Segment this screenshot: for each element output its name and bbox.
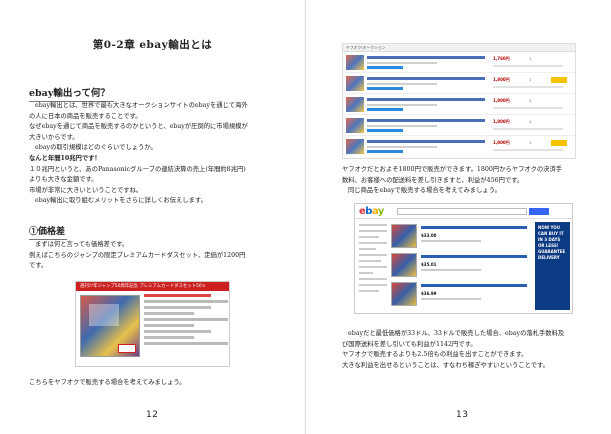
page-number-left: 12 bbox=[146, 410, 159, 420]
yahoo-line: 数料、お客様への配送料を差し引きますと、利益が456円です。 bbox=[342, 176, 524, 184]
product-banner: 週刊少年ジャンプ50周年記念 プレミアムカードダスセット50's bbox=[76, 282, 229, 291]
chapter-title: 第0-2章 ebay輸出とは bbox=[92, 39, 213, 51]
listing-price: 1,760円 bbox=[493, 56, 510, 61]
price-paragraph: まずは何と言っても価格差です。 例えばこちらのジャンプの限定プレミアムカードダス… bbox=[29, 240, 291, 272]
listing-count: 1 bbox=[529, 78, 532, 82]
yahoo-paragraph: ヤフオクだとおよそ1800円で販売ができます。1800円からヤフオクの決済手 数… bbox=[342, 165, 592, 197]
intro-line: なぜebayを通じて商品を販売するのかというと、ebayが圧倒的に市場規模が bbox=[29, 123, 248, 131]
product-screenshot: 週刊少年ジャンプ50周年記念 プレミアムカードダスセット50's bbox=[75, 281, 230, 367]
book-spread: 第0-2章 ebay輸出とは ebay輸出って何？ ebay輸出とは、世界で最も… bbox=[0, 0, 611, 434]
ebay-sidebar bbox=[359, 224, 387, 296]
section-heading: ebay輸出って何？ bbox=[29, 85, 114, 102]
product-photo bbox=[80, 295, 140, 357]
listing-count: 1 bbox=[529, 120, 532, 124]
list-item: 1,760円 1 bbox=[343, 52, 575, 73]
right-page: ヤフオク!オークション 1,760円 1 1,800円 1 1,800円 1 1… bbox=[306, 0, 611, 434]
listing-price: 1,800円 bbox=[493, 77, 510, 82]
listing-price: 1,800円 bbox=[493, 98, 510, 103]
ebay-price: $33.00 bbox=[421, 233, 437, 238]
list-item: 1,800円 1 bbox=[343, 94, 575, 115]
ebay-price: $35.01 bbox=[421, 262, 437, 267]
intro-line: ebayの取引規模はどのぐらいでしょうか。 bbox=[35, 144, 157, 152]
price-line: です。 bbox=[29, 262, 48, 270]
ebay-listing: $36.99 bbox=[391, 282, 531, 308]
intro-line-emphasis: なんと年間10兆円です！ bbox=[29, 154, 101, 162]
yahoo-line: ヤフオクだとおよそ1800円で販売ができます。1800円からヤフオクの決済手 bbox=[342, 166, 563, 173]
listing-count: 1 bbox=[529, 57, 532, 61]
ebay-line: 大きな利益を出せるということは、すなわち稼ぎやすいということです。 bbox=[342, 361, 549, 369]
intro-paragraph: ebay輸出とは、世界で最も大きなオークションサイトのebayを通じて海外 の人… bbox=[29, 101, 291, 207]
list-item: 1,800円 1 bbox=[343, 73, 575, 94]
page-number-right: 13 bbox=[456, 410, 469, 420]
closing-line: こちらをヤフオクで販売する場合を考えてみましょう。 bbox=[29, 379, 186, 386]
yahoo-auction-screenshot: ヤフオク!オークション 1,760円 1 1,800円 1 1,800円 1 1… bbox=[342, 43, 576, 159]
left-page: 第0-2章 ebay輸出とは ebay輸出って何？ ebay輸出とは、世界で最も… bbox=[0, 0, 305, 434]
listing-price: 1,800円 bbox=[493, 119, 510, 124]
price-line: まずは何と言っても価格差です。 bbox=[35, 241, 129, 248]
ebay-screenshot: ebay $33.00 $35.01 $36.99 NOW YOU CAN BU… bbox=[354, 203, 573, 314]
listing-price: 1,800円 bbox=[493, 140, 510, 145]
ebay-logo: ebay bbox=[359, 206, 384, 217]
intro-line: ebay輸出に取り組むメリットをさらに詳しくお伝えします。 bbox=[35, 197, 207, 205]
intro-line: 大きいからです。 bbox=[29, 133, 79, 141]
ebay-line: ヤフオクで販売するよりも2.5倍もの利益を出すことができます。 bbox=[342, 351, 528, 359]
closing-paragraph: こちらをヤフオクで販売する場合を考えてみましょう。 bbox=[29, 378, 291, 389]
listing-count: 1 bbox=[529, 141, 532, 145]
ebay-paragraph: ebayだと最低価格が33ドル、33ドルで販売した場合、ebayの落札手数料及 … bbox=[342, 329, 592, 371]
ebay-search-button bbox=[529, 208, 549, 215]
ebay-header: ebay bbox=[355, 204, 572, 219]
intro-line: １０兆円というと、あのPanasonicグループの連結決算の売上(年間約8兆円) bbox=[29, 165, 246, 173]
sub-heading-price-gap: ①価格差 bbox=[29, 224, 68, 240]
price-line: 例えばこちらのジャンプの限定プレミアムカードダスセット、定価が1200円 bbox=[29, 251, 246, 259]
ebay-line: び国際送料を差し引いても利益が1142円です。 bbox=[342, 340, 477, 348]
ebay-line: ebayだと最低価格が33ドル、33ドルで販売した場合、ebayの落札手数料及 bbox=[348, 330, 565, 337]
ebay-listing: $35.01 bbox=[391, 253, 531, 279]
list-item: 1,800円 1 bbox=[343, 115, 575, 136]
ebay-listing: $33.00 bbox=[391, 224, 531, 250]
product-info bbox=[144, 294, 228, 348]
yahoo-line: 同じ商品をebayで販売する場合を考えてみましょう。 bbox=[348, 187, 501, 195]
intro-line: ebay輸出とは、世界で最も大きなオークションサイトのebayを通じて海外 bbox=[35, 102, 248, 109]
intro-line: よりも大きな金額です。 bbox=[29, 176, 98, 184]
intro-line: 市場が非常に大きいということですね。 bbox=[29, 186, 143, 194]
listing-count: 1 bbox=[529, 99, 532, 103]
ebay-ad-banner: NOW YOU CAN BUY IT IN 3 DAYS OR LESS! GU… bbox=[535, 222, 570, 310]
list-item: 1,800円 1 bbox=[343, 136, 575, 157]
ebay-search-bar bbox=[397, 208, 527, 215]
intro-line: の人に日本の商品を販売することです。 bbox=[29, 112, 142, 120]
ebay-price: $36.99 bbox=[421, 291, 437, 296]
listing-header: ヤフオク!オークション bbox=[343, 44, 575, 52]
